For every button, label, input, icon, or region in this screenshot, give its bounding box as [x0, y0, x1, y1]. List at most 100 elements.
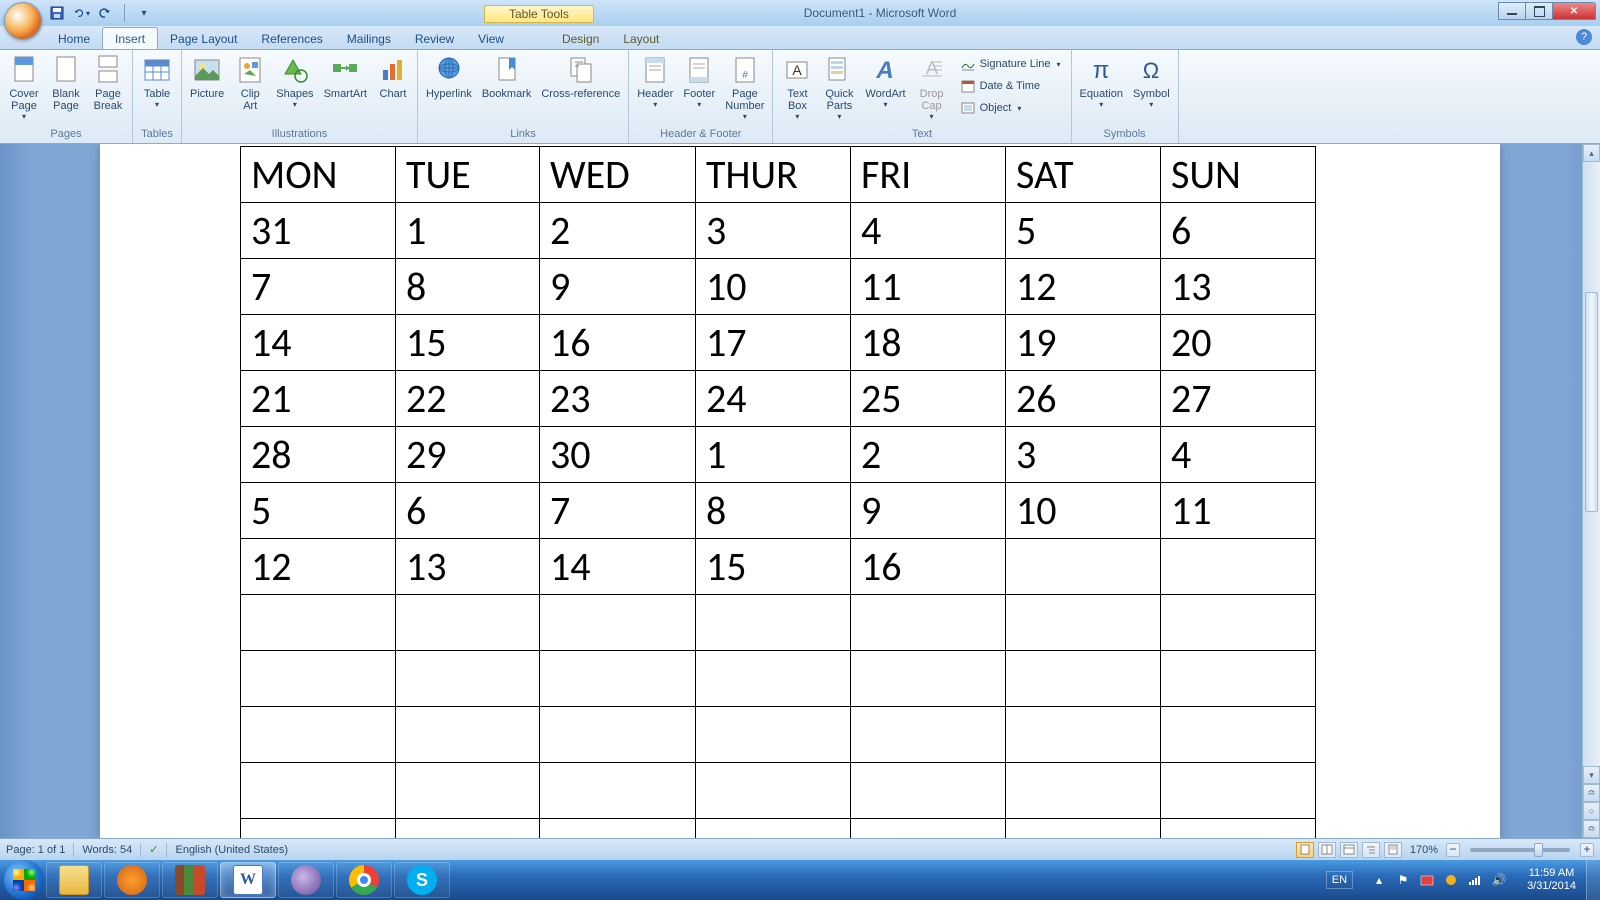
zoom-slider[interactable] [1470, 848, 1570, 852]
tab-insert[interactable]: Insert [102, 27, 158, 49]
prev-page-button[interactable]: ≏ [1583, 784, 1600, 802]
calendar-cell[interactable] [540, 651, 696, 707]
calendar-cell[interactable] [1161, 595, 1316, 651]
taskbar-media-player[interactable] [104, 862, 160, 898]
footer-button[interactable]: Footer▾ [679, 52, 719, 111]
tray-app2-icon[interactable] [1443, 872, 1459, 888]
calendar-cell[interactable] [1006, 763, 1161, 819]
scroll-up-button[interactable]: ▴ [1583, 144, 1600, 162]
calendar-cell[interactable]: 2 [851, 427, 1006, 483]
calendar-cell[interactable] [1161, 539, 1316, 595]
bookmark-button[interactable]: Bookmark [478, 52, 536, 102]
calendar-cell[interactable]: 3 [1006, 427, 1161, 483]
calendar-cell[interactable] [241, 819, 396, 839]
calendar-cell[interactable] [851, 707, 1006, 763]
calendar-cell[interactable]: 27 [1161, 371, 1316, 427]
calendar-cell[interactable] [241, 763, 396, 819]
calendar-cell[interactable] [540, 595, 696, 651]
chart-button[interactable]: Chart [373, 52, 413, 102]
object-button[interactable]: Object▾ [958, 98, 1063, 118]
calendar-cell[interactable] [241, 651, 396, 707]
page-number-button[interactable]: #PageNumber▾ [721, 52, 768, 123]
calendar-cell[interactable] [1161, 707, 1316, 763]
tab-mailings[interactable]: Mailings [335, 28, 403, 49]
calendar-cell[interactable]: 28 [241, 427, 396, 483]
calendar-cell[interactable] [540, 707, 696, 763]
undo-icon[interactable]: ▾ [72, 4, 90, 22]
calendar-cell[interactable] [396, 819, 540, 839]
calendar-cell[interactable] [241, 595, 396, 651]
web-layout-view-button[interactable] [1340, 842, 1358, 858]
tray-network-icon[interactable] [1467, 872, 1483, 888]
calendar-cell[interactable]: 8 [696, 483, 851, 539]
scroll-thumb[interactable] [1585, 292, 1598, 512]
calendar-cell[interactable]: 5 [1006, 203, 1161, 259]
tray-volume-icon[interactable]: 🔊 [1491, 872, 1507, 888]
taskbar-skype[interactable]: S [394, 862, 450, 898]
status-language[interactable]: English (United States) [175, 844, 288, 856]
header-button[interactable]: Header▾ [633, 52, 677, 111]
calendar-cell[interactable]: 16 [540, 315, 696, 371]
calendar-cell[interactable]: 31 [241, 203, 396, 259]
textbox-button[interactable]: ATextBox▾ [777, 52, 817, 123]
tray-app1-icon[interactable] [1419, 872, 1435, 888]
minimize-button[interactable] [1498, 2, 1526, 20]
taskbar-app-books[interactable] [162, 862, 218, 898]
calendar-cell[interactable]: 15 [696, 539, 851, 595]
save-icon[interactable] [48, 4, 66, 22]
calendar-header-cell[interactable]: SAT [1006, 147, 1161, 203]
zoom-level[interactable]: 170% [1410, 844, 1438, 856]
quickparts-button[interactable]: QuickParts▾ [819, 52, 859, 123]
calendar-cell[interactable] [396, 595, 540, 651]
draft-view-button[interactable] [1384, 842, 1402, 858]
calendar-cell[interactable]: 13 [1161, 259, 1316, 315]
signature-line-button[interactable]: Signature Line▾ [958, 54, 1063, 74]
next-page-button[interactable]: ≏ [1583, 820, 1600, 838]
shapes-button[interactable]: Shapes▾ [272, 52, 317, 111]
calendar-cell[interactable]: 9 [540, 259, 696, 315]
calendar-cell[interactable] [696, 651, 851, 707]
browse-object-button[interactable]: ○ [1583, 802, 1600, 820]
calendar-cell[interactable] [696, 595, 851, 651]
calendar-cell[interactable] [851, 763, 1006, 819]
calendar-cell[interactable] [1006, 819, 1161, 839]
calendar-cell[interactable]: 12 [241, 539, 396, 595]
calendar-header-cell[interactable]: THUR [696, 147, 851, 203]
zoom-in-button[interactable]: + [1580, 843, 1594, 857]
picture-button[interactable]: Picture [186, 52, 228, 102]
zoom-out-button[interactable]: − [1446, 843, 1460, 857]
tray-show-hidden-icon[interactable]: ▴ [1371, 872, 1387, 888]
calendar-cell[interactable]: 14 [540, 539, 696, 595]
calendar-cell[interactable]: 4 [851, 203, 1006, 259]
status-words[interactable]: Words: 54 [82, 844, 132, 856]
calendar-cell[interactable]: 21 [241, 371, 396, 427]
document-page[interactable]: MONTUEWEDTHURFRISATSUN311234567891011121… [100, 144, 1500, 838]
calendar-cell[interactable]: 25 [851, 371, 1006, 427]
calendar-cell[interactable]: 3 [696, 203, 851, 259]
calendar-cell[interactable]: 15 [396, 315, 540, 371]
page-break-button[interactable]: PageBreak [88, 52, 128, 114]
calendar-cell[interactable]: 2 [540, 203, 696, 259]
spell-check-icon[interactable]: ✓ [149, 843, 158, 856]
start-button[interactable] [4, 860, 44, 900]
calendar-cell[interactable]: 6 [1161, 203, 1316, 259]
calendar-cell[interactable] [696, 763, 851, 819]
calendar-header-cell[interactable]: TUE [396, 147, 540, 203]
equation-button[interactable]: πEquation▾ [1076, 52, 1127, 111]
table-button[interactable]: Table▾ [137, 52, 177, 111]
calendar-cell[interactable]: 23 [540, 371, 696, 427]
calendar-cell[interactable]: 20 [1161, 315, 1316, 371]
calendar-header-cell[interactable]: MON [241, 147, 396, 203]
tray-action-center-icon[interactable]: ⚑ [1395, 872, 1411, 888]
calendar-cell[interactable] [696, 819, 851, 839]
calendar-cell[interactable]: 7 [540, 483, 696, 539]
calendar-cell[interactable] [1006, 595, 1161, 651]
calendar-cell[interactable]: 22 [396, 371, 540, 427]
calendar-cell[interactable]: 16 [851, 539, 1006, 595]
calendar-cell[interactable]: 18 [851, 315, 1006, 371]
calendar-cell[interactable]: 13 [396, 539, 540, 595]
calendar-cell[interactable]: 1 [396, 203, 540, 259]
calendar-cell[interactable] [1161, 651, 1316, 707]
smartart-button[interactable]: SmartArt [320, 52, 371, 102]
crossref-button[interactable]: Cross-reference [537, 52, 624, 102]
